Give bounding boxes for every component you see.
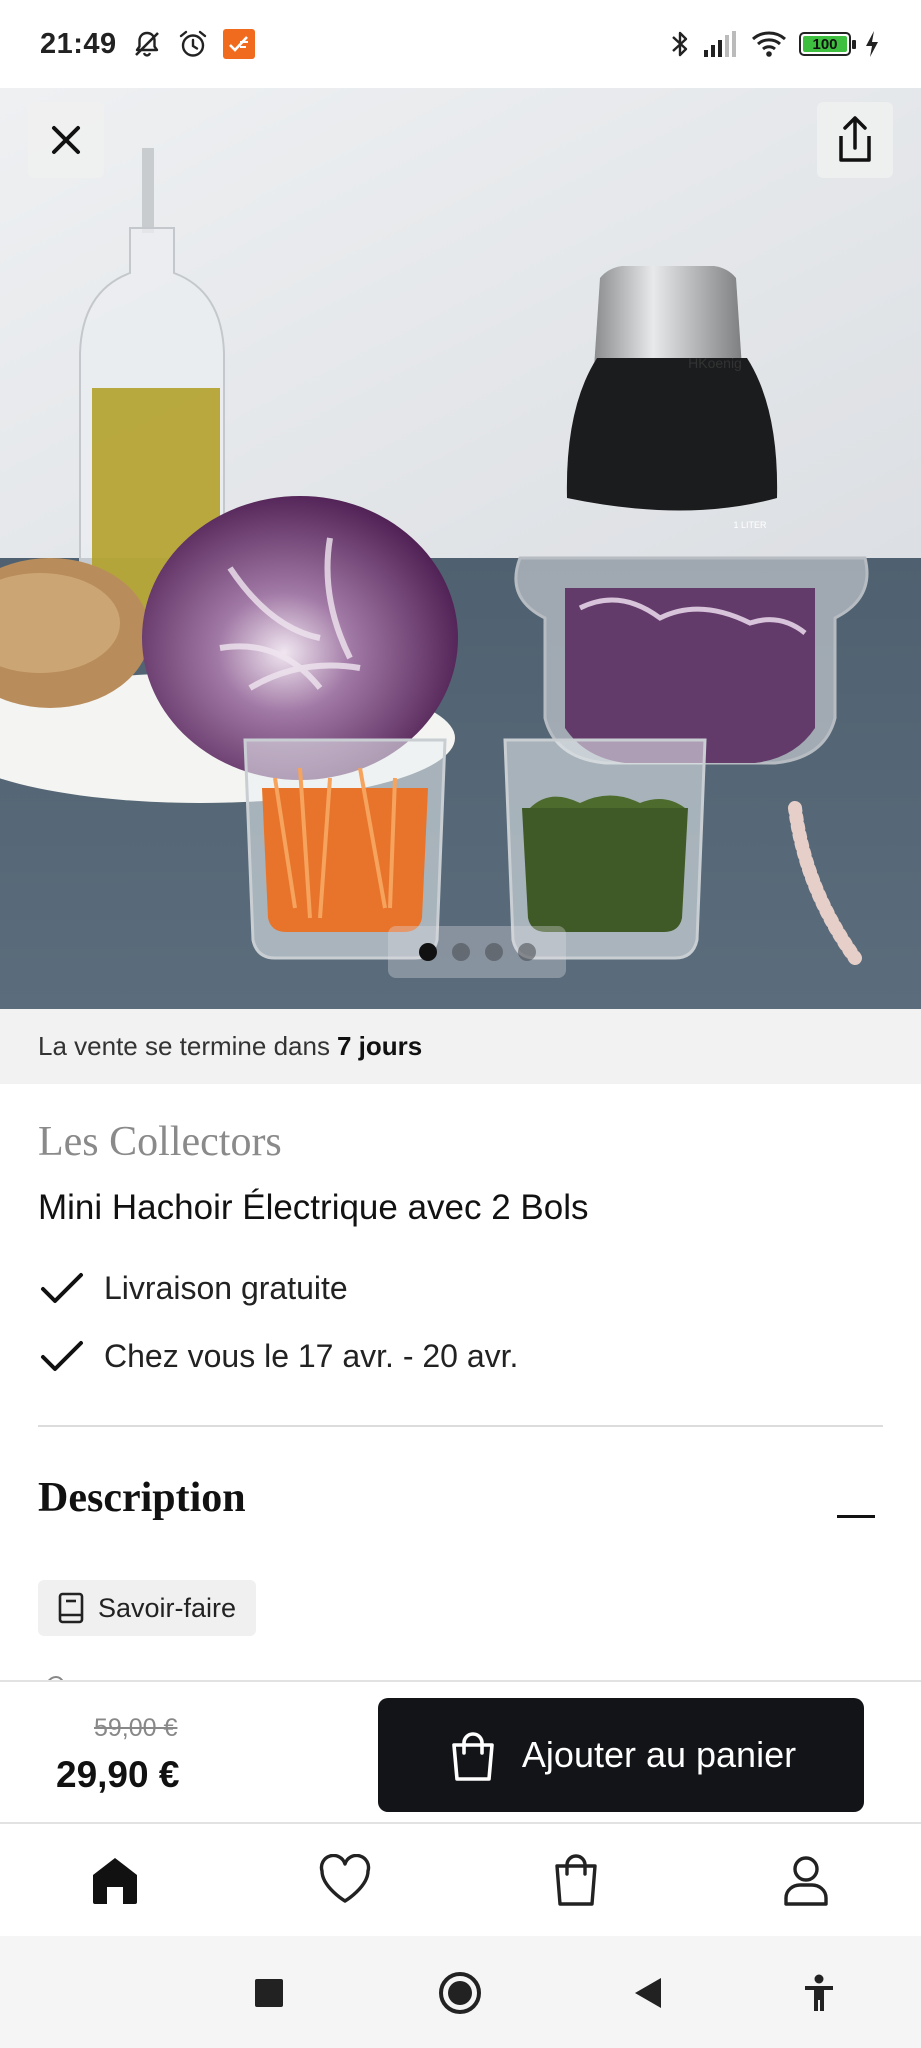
nav-home[interactable]	[58, 1830, 173, 1930]
book-icon	[58, 1592, 84, 1624]
app-notification-icon	[222, 29, 255, 59]
chip-label: Savoir-faire	[98, 1592, 237, 1623]
add-to-cart-label: Ajouter au panier	[521, 1734, 797, 1775]
original-price: 59,00 €	[94, 1714, 178, 1742]
feature-free-delivery: Livraison gratuite	[38, 1268, 348, 1308]
wifi-icon	[751, 30, 787, 58]
circle-icon	[439, 1972, 481, 2014]
close-button[interactable]	[28, 102, 104, 178]
status-left: 21:49	[40, 28, 255, 61]
accessibility-icon	[805, 1974, 833, 2011]
bottom-navigation	[0, 1824, 921, 1936]
alarm-icon	[177, 28, 209, 60]
product-title: Mini Hachoir Électrique avec 2 Bols	[38, 1188, 589, 1227]
sale-price: 29,90 €	[56, 1754, 180, 1795]
carousel-dot-2[interactable]	[451, 943, 470, 961]
purchase-bar: 59,00 € 29,90 € Ajouter au panier	[0, 1680, 921, 1824]
sale-countdown-banner: La vente se termine dans 7 jours	[0, 1009, 921, 1084]
charging-icon	[863, 29, 881, 59]
device-brand-text: HKoenig	[688, 355, 742, 371]
share-button[interactable]	[817, 102, 893, 178]
description-collapse-toggle[interactable]	[834, 1496, 878, 1536]
mute-icon	[131, 28, 163, 60]
sale-countdown-remaining: 7 jours	[336, 1031, 423, 1061]
section-divider	[38, 1425, 883, 1427]
nav-cart[interactable]	[518, 1830, 633, 1930]
carousel-dot-4[interactable]	[517, 943, 536, 961]
carousel-dot-1[interactable]	[418, 943, 437, 961]
status-time: 21:49	[40, 27, 117, 60]
profile-icon	[784, 1856, 828, 1906]
shopping-bag-icon	[452, 1732, 494, 1781]
check-icon	[41, 1341, 83, 1371]
bowl-capacity-text: 1 LITER	[733, 520, 767, 530]
product-brand[interactable]: Les Collectors	[38, 1118, 282, 1166]
add-to-cart-button[interactable]: Ajouter au panier	[378, 1698, 864, 1812]
heart-icon	[320, 1854, 371, 1903]
nav-favorites[interactable]	[288, 1830, 403, 1930]
signal-icon	[703, 30, 739, 58]
carousel-pagination	[388, 926, 566, 978]
battery-icon: 100	[799, 32, 856, 56]
feature-label: Chez vous le 17 avr. - 20 avr.	[104, 1337, 519, 1374]
product-image-carousel[interactable]: HKoenig 1 LITER	[0, 88, 921, 1009]
description-heading[interactable]: Description	[38, 1474, 246, 1522]
feature-label: Livraison gratuite	[104, 1269, 348, 1306]
savoir-faire-chip[interactable]: Savoir-faire	[38, 1580, 257, 1636]
check-icon	[41, 1273, 83, 1303]
sale-countdown-prefix: La vente se termine dans	[38, 1031, 330, 1061]
recents-button[interactable]	[244, 1968, 294, 2018]
nav-account[interactable]	[748, 1830, 863, 1930]
bag-icon	[554, 1854, 597, 1906]
accessibility-button[interactable]	[794, 1968, 844, 2018]
status-right: 100	[669, 28, 881, 60]
share-icon	[839, 116, 871, 162]
status-bar: 21:49 100	[0, 0, 921, 88]
product-photo: HKoenig 1 LITER	[0, 88, 921, 1009]
back-button[interactable]	[624, 1968, 674, 2018]
bluetooth-icon	[669, 28, 691, 60]
home-icon	[93, 1858, 138, 1904]
system-navigation-bar	[0, 1936, 921, 2048]
square-icon	[255, 1979, 283, 2007]
back-triangle-icon	[635, 1978, 661, 2008]
carousel-dot-3[interactable]	[484, 943, 503, 961]
home-button[interactable]	[435, 1968, 485, 2018]
feature-delivery-date: Chez vous le 17 avr. - 20 avr.	[38, 1336, 518, 1376]
close-icon	[52, 126, 80, 154]
battery-level: 100	[803, 36, 847, 53]
minus-icon	[837, 1514, 875, 1518]
